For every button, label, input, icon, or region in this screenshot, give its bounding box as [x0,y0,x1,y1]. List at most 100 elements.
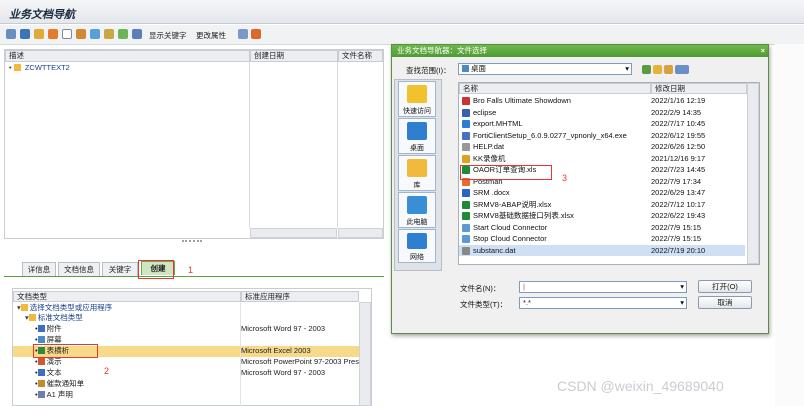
col-header-description[interactable]: 描述 [5,50,250,62]
tree-item[interactable]: • ZCWTTEXT2 [9,63,70,73]
cancel-button[interactable]: 取消 [698,296,752,309]
col-header-created[interactable]: 创建日期 [250,50,338,62]
up-folder-icon[interactable] [653,65,662,74]
file-name: Start Cloud Connector [473,222,548,232]
computer-icon [407,196,427,214]
file-row-selected[interactable]: substanc.dat 2022/7/19 20:10 [459,244,745,256]
annotation-label: 1 [188,265,194,275]
file-row[interactable]: SRMV8-ABAP说明.xlsx 2022/7/12 10:17 [459,199,745,210]
doc-row[interactable]: ▾ 标准文档类型 [25,313,83,323]
document-icon[interactable] [62,29,72,39]
place-quick-access[interactable]: 快速访问 [398,81,436,117]
splitter-handle[interactable] [182,240,202,243]
word-doc-icon [37,325,45,332]
vertical-scrollbar[interactable] [747,83,759,264]
doc-row[interactable]: • 催款通知单 [35,379,84,389]
file-row[interactable]: eclipse 2022/2/9 14:35 [459,107,745,118]
dialog-title: 业务文档导航器：文件选择 × [392,45,768,57]
horizontal-scrollbar[interactable] [338,228,383,238]
file-row[interactable]: export.MHTML 2022/7/17 10:45 [459,118,745,129]
file-icon [462,154,470,163]
dialog-title-text: 业务文档导航器：文件选择 [397,46,487,55]
doc-row-label: 标准文档类型 [37,313,83,322]
filetype-label: 文件类型(T)： [460,300,508,309]
place-desktop[interactable]: 桌面 [398,118,436,154]
file-row[interactable]: HELP.dat 2022/6/26 12:50 [459,141,745,152]
file-icon [462,223,470,232]
file-icon [462,235,470,243]
file-row[interactable]: Start Cloud Connector 2022/7/9 15:15 [459,222,745,233]
folder-icon [28,314,36,321]
tab-document-info[interactable]: 文档信息 [58,262,100,276]
doc-row[interactable]: • 附件 Microsoft Word 97 - 2003 [35,324,375,334]
expand-icon[interactable]: • [9,63,12,72]
truck-icon[interactable] [251,29,261,39]
annotation-label: 3 [562,173,568,183]
place-this-pc[interactable]: 此电脑 [398,192,436,228]
refresh-icon[interactable] [118,29,128,39]
place-label: 网络 [410,254,424,261]
col-header-filename[interactable]: 文件名称 [338,50,383,62]
filetype-value: *.* [523,298,531,307]
view-menu-icon[interactable] [675,65,689,74]
file-date: 2022/7/9 15:15 [651,234,702,243]
file-row[interactable]: KK录像机 2021/12/16 9:17 [459,153,745,164]
word-doc-icon [37,369,45,376]
show-keywords-button[interactable]: 显示关键字 [149,30,187,41]
doc-row[interactable]: • 文本 Microsoft Word 97 - 2003 [35,368,375,378]
file-icon [462,246,470,255]
change-properties-button[interactable]: 更改属性 [196,30,226,41]
tab-details[interactable]: 详信息 [22,262,56,276]
pencil-icon[interactable] [20,29,30,39]
file-row[interactable]: Bro Falls Ultimate Showdown 2022/1/16 12:… [459,95,745,106]
chevron-down-icon[interactable]: ▾ [625,64,629,74]
doc-row[interactable]: • A1 声明 [35,390,73,400]
star-icon [407,85,427,103]
file-date: 2022/7/17 10:45 [651,119,706,128]
close-icon[interactable]: × [761,45,765,57]
file-date: 2022/1/16 12:19 [651,96,706,105]
place-network[interactable]: 网络 [398,229,436,263]
chevron-down-icon[interactable]: ▾ [680,298,684,308]
col-header-name[interactable]: 名称 [459,83,651,94]
column-divider [240,302,241,406]
filename-input[interactable]: | ▾ [519,281,687,293]
file-date: 2022/2/9 14:35 [651,107,702,117]
settings-icon[interactable] [132,29,142,39]
vertical-scrollbar[interactable] [359,302,371,406]
file-name: Bro Falls Ultimate Showdown [473,96,571,105]
tools-icon[interactable] [76,29,86,39]
file-icon [462,97,470,105]
col-header-application[interactable]: 标准应用程序 [241,291,359,302]
person-icon[interactable] [48,29,58,39]
look-in-select[interactable]: 桌面 ▾ [458,63,632,75]
glasses-icon[interactable] [6,29,16,39]
file-row[interactable]: SRM .docx 2022/6/29 13:47 [459,187,745,198]
file-name: SRMV8基础数据接口列表.xlsx [473,211,574,220]
horizontal-scrollbar[interactable] [250,228,337,238]
file-select-dialog: 业务文档导航器：文件选择 × 查找范围(I)： 桌面 ▾ 快速访问 桌面 库 此… [391,44,769,334]
file-name: SRMV8-ABAP说明.xlsx [473,199,552,209]
notice-icon [37,380,45,387]
place-library[interactable]: 库 [398,155,436,191]
copy-icon[interactable] [90,29,100,39]
doc-row[interactable]: • 演示 Microsoft PowerPoint 97-2003 Prese [35,357,375,367]
open-button[interactable]: 打开(O) [698,280,752,293]
col-header-doc-type[interactable]: 文档类型 [13,291,241,302]
filetype-select[interactable]: *.* ▾ [519,297,687,309]
tab-keywords[interactable]: 关键字 [102,262,138,276]
folder-icon [13,64,21,71]
col-header-modified[interactable]: 修改日期 [651,83,747,94]
file-row[interactable]: Stop Cloud Connector 2022/7/9 15:15 [459,233,745,244]
new-folder-icon[interactable] [664,65,673,74]
notebook-icon[interactable] [34,29,44,39]
back-icon[interactable] [642,65,651,74]
doc-row-app: Microsoft Word 97 - 2003 [241,368,326,377]
book-icon[interactable] [104,29,114,39]
doc-row[interactable]: ▾ 选择文档类型或应用程序 [17,303,112,313]
file-row[interactable]: SRMV8基础数据接口列表.xlsx 2022/6/22 19:43 [459,210,745,221]
trash-icon[interactable] [238,29,248,39]
file-row[interactable]: FortiClientSetup_6.0.9.0277_vpnonly_x64.… [459,130,745,141]
file-name: HELP.dat [473,142,505,151]
chevron-down-icon[interactable]: ▾ [680,282,684,292]
